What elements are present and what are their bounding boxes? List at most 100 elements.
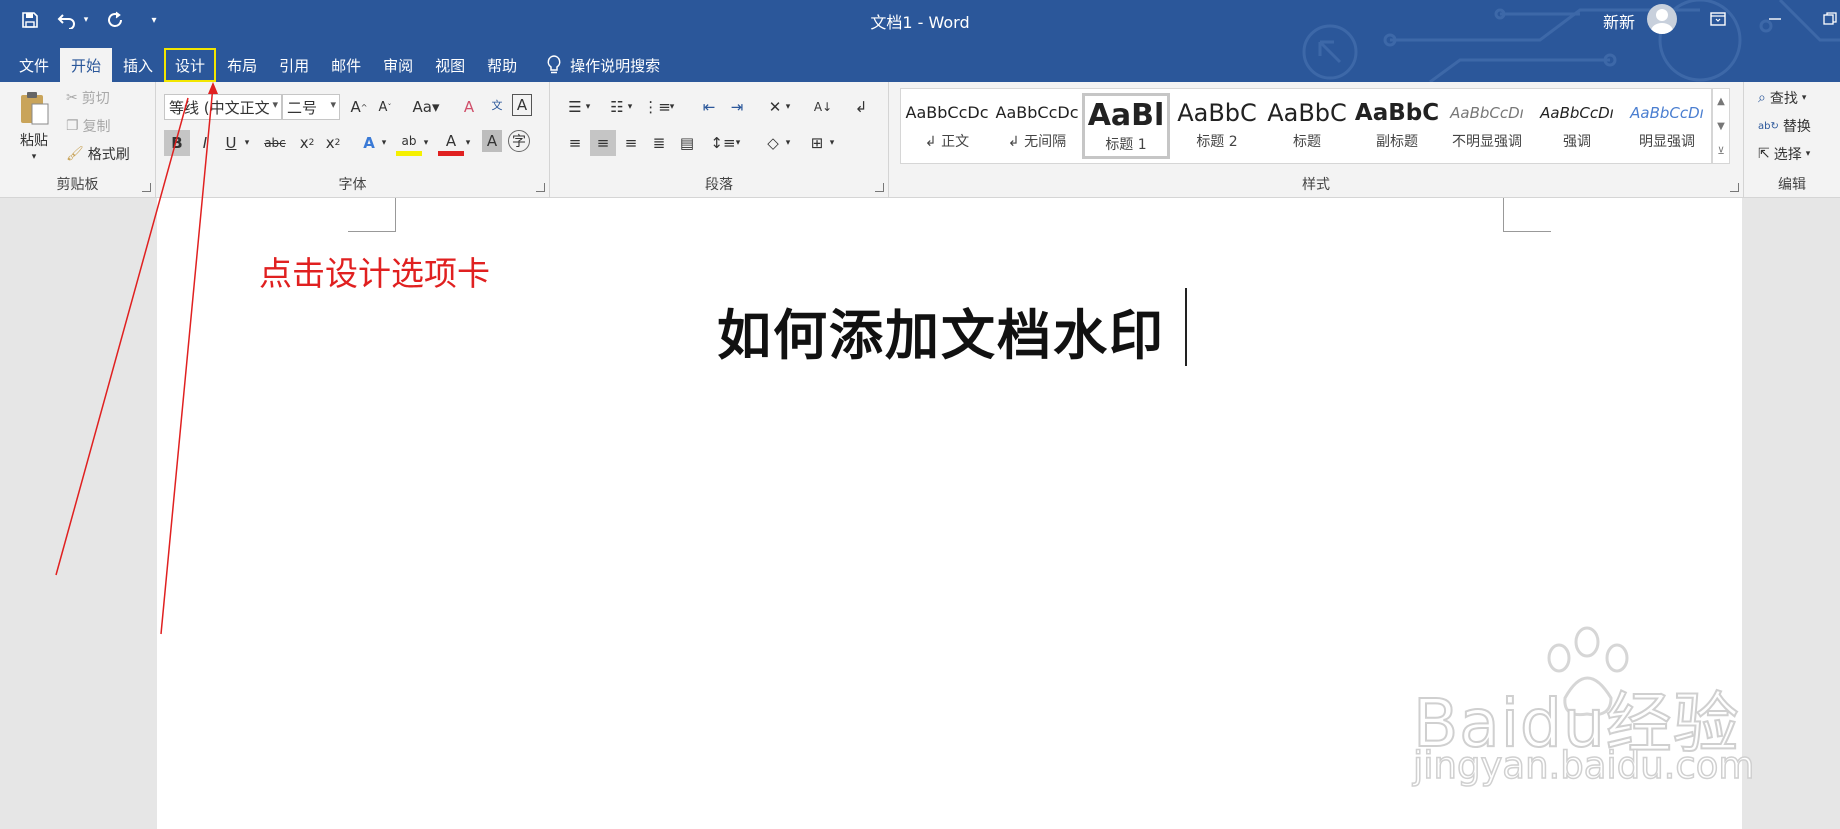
style-no-spacing[interactable]: AaBbCcDc ↲ 无间隔 [993, 93, 1081, 159]
restore-icon[interactable] [1815, 6, 1840, 32]
chinese-layout-dropdown-icon[interactable]: ▾ [782, 94, 794, 120]
align-center-icon[interactable]: ≡ [590, 130, 616, 156]
style-sample: AaBbC [1177, 99, 1257, 127]
underline-dropdown-icon[interactable]: ▾ [240, 130, 254, 156]
style-heading2[interactable]: AaBbC 标题 2 [1173, 93, 1261, 159]
enclose-characters-icon[interactable]: 字 [508, 130, 530, 152]
character-shading-icon[interactable]: A [482, 130, 502, 152]
tab-home[interactable]: 开始 [60, 48, 113, 82]
copy-icon: ❐ [66, 118, 79, 134]
subscript-icon[interactable]: x2 [294, 130, 320, 156]
styles-launcher-icon[interactable] [1730, 183, 1739, 192]
shrink-font-icon[interactable]: Aˇ [372, 94, 398, 120]
shading-dropdown-icon[interactable]: ▾ [782, 130, 794, 156]
multilevel-dropdown-icon[interactable]: ▾ [666, 94, 678, 120]
decrease-indent-icon[interactable]: ⇤ [696, 94, 722, 120]
style-normal[interactable]: AaBbCcDc ↲ 正文 [903, 93, 991, 159]
ribbon-display-options-icon[interactable] [1703, 6, 1733, 32]
ribbon-tabs: 文件 开始 插入 设计 布局 引用 邮件 审阅 视图 帮助 操作说明搜索 [8, 44, 660, 82]
style-name: 强调 [1563, 134, 1591, 150]
italic-icon[interactable]: I [192, 130, 218, 156]
line-spacing-dropdown-icon[interactable]: ▾ [732, 130, 744, 156]
replace-button[interactable]: ab↻ 替换 [1758, 116, 1811, 136]
highlight-dropdown-icon[interactable]: ▾ [420, 130, 432, 156]
phonetic-guide-icon[interactable]: 文 [484, 92, 510, 118]
replace-icon: ab↻ [1758, 120, 1779, 132]
style-emphasis[interactable]: AaBbCcDı 强调 [1533, 93, 1621, 159]
replace-label: 替换 [1782, 119, 1811, 135]
text-effects-dropdown-icon[interactable]: ▾ [378, 130, 390, 156]
paste-button[interactable]: 粘贴 ▾ [18, 90, 50, 162]
clipboard-launcher-icon[interactable] [142, 183, 151, 192]
avatar[interactable] [1647, 4, 1677, 34]
user-name[interactable]: 新新 [1603, 9, 1635, 33]
style-sample: AaBbCcDı [1540, 104, 1614, 122]
gallery-up-icon[interactable]: ▲ [1713, 89, 1729, 114]
tab-design[interactable]: 设计 [164, 48, 217, 82]
bullets-dropdown-icon[interactable]: ▾ [582, 94, 594, 120]
style-intense-emphasis[interactable]: AaBbCcDı 明显强调 [1623, 93, 1711, 159]
align-left-icon[interactable]: ≡ [562, 130, 588, 156]
paragraph-launcher-icon[interactable] [875, 183, 884, 192]
find-button[interactable]: ⌕ 查找 ▾ [1758, 88, 1806, 108]
tab-view[interactable]: 视图 [424, 48, 476, 82]
sort-icon[interactable]: A↓ [810, 94, 836, 120]
style-sample: AaBl [1087, 98, 1165, 133]
style-subtle-emphasis[interactable]: AaBbCcDı 不明显强调 [1443, 93, 1531, 159]
change-case-icon[interactable]: Aa▾ [406, 94, 446, 120]
title-bar: ▾ ▾ 文档1 - Word 新新 文件 开始 插入 设计 布局 引用 邮件 审… [0, 0, 1840, 82]
style-name: 标题 2 [1196, 134, 1238, 150]
tab-layout[interactable]: 布局 [216, 48, 268, 82]
font-launcher-icon[interactable] [536, 183, 545, 192]
distributed-icon[interactable]: ▤ [674, 130, 700, 156]
tab-mailings[interactable]: 邮件 [320, 48, 372, 82]
tab-file[interactable]: 文件 [8, 48, 60, 82]
editing-group: ⌕ 查找 ▾ ab↻ 替换 ⇱ 选择 ▾ 编辑 [1744, 82, 1840, 198]
document-heading[interactable]: 如何添加文档水印 [717, 291, 1165, 370]
find-dropdown-icon[interactable]: ▾ [1802, 93, 1807, 103]
grow-font-icon[interactable]: A ^ [346, 94, 372, 120]
style-title[interactable]: AaBbC 标题 [1263, 93, 1351, 159]
font-color-icon[interactable]: A [438, 130, 464, 156]
format-painter-button[interactable]: 🖌 格式刷 [66, 144, 130, 164]
cut-button[interactable]: ✂ 剪切 [66, 88, 110, 108]
style-heading1[interactable]: AaBl 标题 1 [1082, 93, 1170, 159]
select-button[interactable]: ⇱ 选择 ▾ [1758, 144, 1810, 164]
select-dropdown-icon[interactable]: ▾ [1806, 149, 1811, 159]
style-name: 标题 [1293, 134, 1321, 150]
gallery-down-icon[interactable]: ▼ [1713, 114, 1729, 139]
tell-me-search[interactable]: 操作说明搜索 [546, 48, 660, 82]
paragraph-group-label: 段落 [705, 177, 733, 193]
highlight-icon[interactable]: ab [396, 130, 422, 156]
clipboard-group-label: 剪贴板 [56, 177, 99, 193]
tab-references[interactable]: 引用 [268, 48, 320, 82]
character-border-icon[interactable]: A [512, 94, 532, 116]
align-right-icon[interactable]: ≡ [618, 130, 644, 156]
style-subtitle[interactable]: AaBbC 副标题 [1353, 93, 1441, 159]
font-color-dropdown-icon[interactable]: ▾ [462, 130, 474, 156]
superscript-icon[interactable]: x2 [320, 130, 346, 156]
tab-help[interactable]: 帮助 [476, 48, 528, 82]
show-marks-icon[interactable]: ↲ [848, 94, 874, 120]
borders-dropdown-icon[interactable]: ▾ [826, 130, 838, 156]
tab-insert[interactable]: 插入 [112, 48, 164, 82]
margin-corner-right [1503, 198, 1551, 232]
strikethrough-icon[interactable]: abc [260, 130, 290, 156]
window-title: 文档1 - Word [870, 13, 970, 32]
lightbulb-icon [547, 55, 561, 74]
watermark-url: jingyan.baidu.com [1412, 743, 1755, 788]
increase-indent-icon[interactable]: ⇥ [724, 94, 750, 120]
style-sample: AaBbCcDc [995, 103, 1079, 122]
clear-formatting-icon[interactable]: A [456, 94, 482, 120]
paste-dropdown-icon[interactable]: ▾ [32, 152, 37, 162]
style-name: 标题 1 [1105, 137, 1147, 153]
font-size-combo[interactable]: 二号 [282, 94, 340, 120]
gallery-more-icon[interactable]: ⊻ [1713, 139, 1729, 164]
bold-icon[interactable]: B [164, 130, 190, 156]
minimize-icon[interactable] [1760, 6, 1790, 32]
font-name-combo[interactable]: 等线 (中文正文 [164, 94, 282, 120]
numbering-dropdown-icon[interactable]: ▾ [624, 94, 636, 120]
copy-button[interactable]: ❐ 复制 [66, 116, 111, 136]
tab-review[interactable]: 审阅 [372, 48, 424, 82]
justify-icon[interactable]: ≣ [646, 130, 672, 156]
